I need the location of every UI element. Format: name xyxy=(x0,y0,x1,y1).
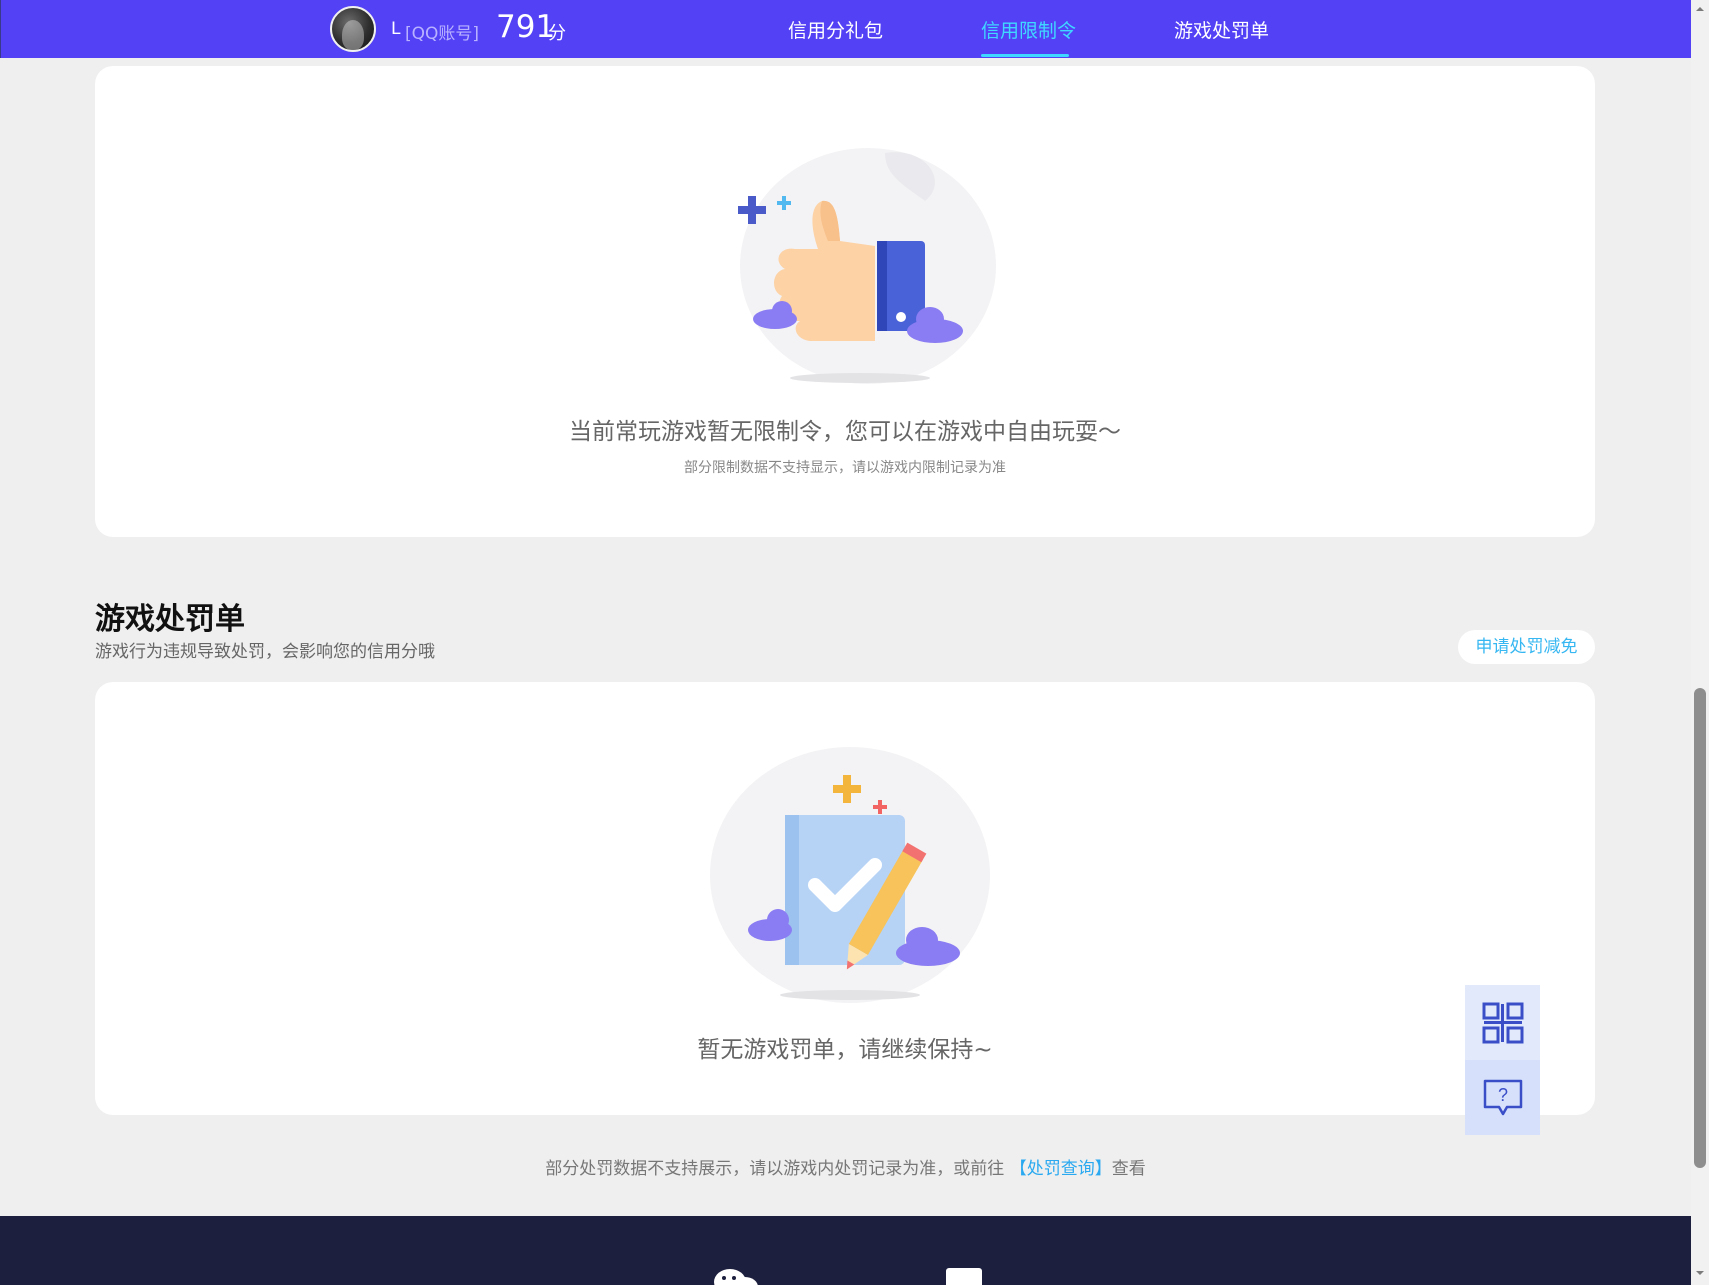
restriction-card: 当前常玩游戏暂无限制令，您可以在游戏中自由玩耍～ 部分限制数据不支持显示，请以游… xyxy=(95,66,1595,537)
apply-penalty-reduction-button[interactable]: 申请处罚减免 xyxy=(1458,630,1595,664)
restriction-empty-note: 部分限制数据不支持显示，请以游戏内限制记录为准 xyxy=(684,460,1006,476)
qrcode-icon xyxy=(1482,1002,1524,1044)
wechat-icon[interactable] xyxy=(712,1266,760,1285)
tab-game-penalty[interactable]: 游戏处罚单 xyxy=(1174,16,1269,43)
penalty-section-title: 游戏处罚单 xyxy=(95,602,245,637)
help-feedback-button[interactable]: ? xyxy=(1465,1060,1540,1135)
svg-text:?: ? xyxy=(1498,1085,1508,1105)
tab-credit-restriction[interactable]: 信用限制令 xyxy=(981,16,1076,43)
page-footer xyxy=(0,1216,1691,1285)
credit-score-unit: 分 xyxy=(548,23,566,44)
user-name: L xyxy=(391,19,401,39)
scroll-up-arrow-icon[interactable] xyxy=(1695,4,1705,14)
credit-score-value: 791 xyxy=(496,9,556,45)
penalty-footer-note: 部分处罚数据不支持展示，请以游戏内处罚记录为准，或前往 【处罚查询】查看 xyxy=(0,1154,1691,1179)
penalty-card: 暂无游戏罚单，请继续保持~ xyxy=(95,682,1595,1115)
penalty-empty-title: 暂无游戏罚单，请继续保持~ xyxy=(697,1037,993,1063)
page-scrollbar[interactable] xyxy=(1691,0,1709,1285)
penalty-section-description: 游戏行为违规导致处罚，会影响您的信用分哦 xyxy=(95,642,435,662)
active-tab-indicator xyxy=(981,54,1069,57)
help-chat-icon: ? xyxy=(1483,1079,1523,1116)
footer-note-suffix: 查看 xyxy=(1111,1159,1146,1179)
floating-side-tools: ? xyxy=(1465,985,1540,1135)
thumbs-up-illustration xyxy=(738,148,996,384)
penalty-query-link[interactable]: 【处罚查询】 xyxy=(1010,1159,1112,1179)
user-avatar[interactable] xyxy=(330,6,376,52)
scroll-down-arrow-icon[interactable] xyxy=(1695,1268,1705,1278)
top-nav-bar: L [QQ账号] 791 分 信用分礼包 信用限制令 游戏处罚单 xyxy=(0,0,1691,58)
restriction-empty-title: 当前常玩游戏暂无限制令，您可以在游戏中自由玩耍～ xyxy=(569,419,1121,445)
checklist-pencil-illustration xyxy=(710,747,990,1003)
qrcode-button[interactable] xyxy=(1465,985,1540,1060)
account-type-label: [QQ账号] xyxy=(405,24,480,44)
scrollbar-thumb[interactable] xyxy=(1694,688,1706,1168)
mini-program-icon[interactable] xyxy=(946,1268,982,1285)
tab-credit-gift[interactable]: 信用分礼包 xyxy=(788,16,883,43)
footer-note-text: 部分处罚数据不支持展示，请以游戏内处罚记录为准，或前往 xyxy=(545,1159,1005,1179)
